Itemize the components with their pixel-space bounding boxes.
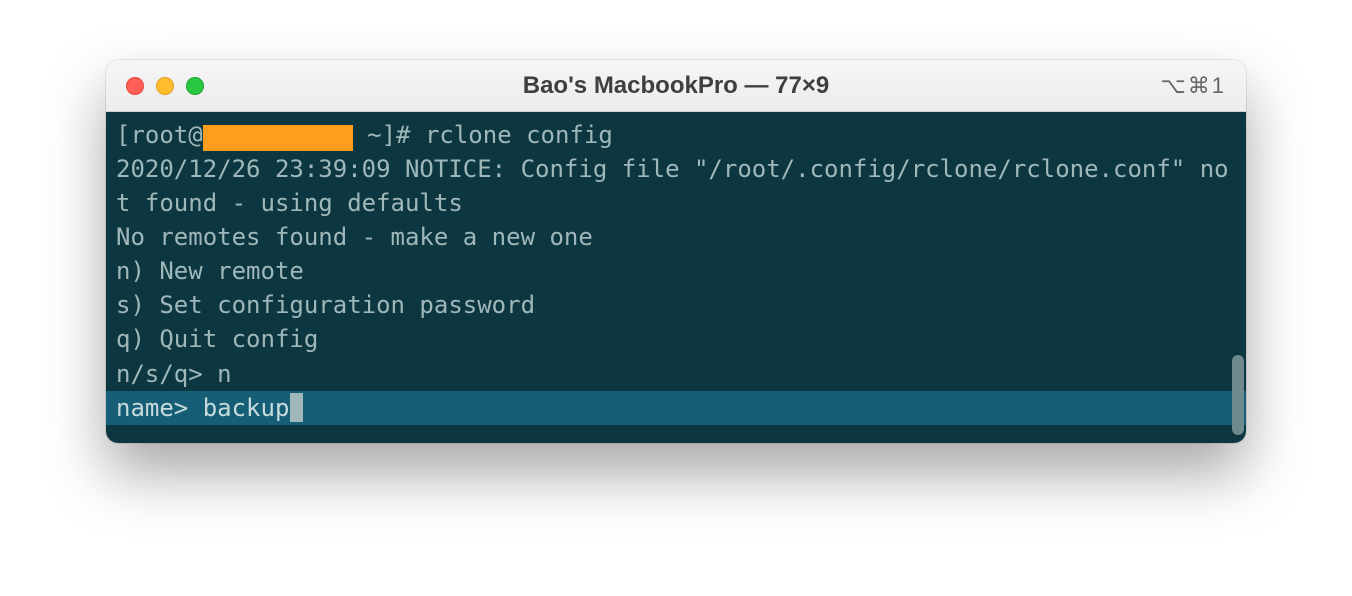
name-input-line[interactable]: name> backup <box>106 391 1246 425</box>
scrollbar-thumb[interactable] <box>1232 355 1244 435</box>
output-option-q: q) Quit config <box>106 322 1246 356</box>
titlebar[interactable]: Bao's MacbookPro — 77×9 ⌥⌘1 <box>106 60 1246 112</box>
window-title: Bao's MacbookPro — 77×9 <box>106 72 1246 100</box>
prompt-suffix: ~]# <box>353 121 425 149</box>
hostname-redacted <box>203 125 353 151</box>
command-text: rclone config <box>425 121 613 149</box>
traffic-lights <box>126 77 204 95</box>
choice-prompt: n/s/q> <box>116 360 217 388</box>
terminal-window: Bao's MacbookPro — 77×9 ⌥⌘1 [root@ ~]# r… <box>106 60 1246 443</box>
output-no-remotes: No remotes found - make a new one <box>106 220 1246 254</box>
tab-shortcut-label: ⌥⌘1 <box>1160 73 1226 99</box>
cursor-icon <box>290 393 303 422</box>
prompt-prefix: [root@ <box>116 121 203 149</box>
close-icon[interactable] <box>126 77 144 95</box>
terminal-body[interactable]: [root@ ~]# rclone config 2020/12/26 23:3… <box>106 112 1246 443</box>
prompt-line-command: [root@ ~]# rclone config <box>106 118 1246 152</box>
minimize-icon[interactable] <box>156 77 174 95</box>
choice-prompt-line: n/s/q> n <box>106 357 1246 391</box>
scrollbar-track[interactable] <box>1232 120 1244 435</box>
name-input-value: backup <box>203 391 290 425</box>
choice-input: n <box>217 360 231 388</box>
output-option-n: n) New remote <box>106 254 1246 288</box>
output-notice: 2020/12/26 23:39:09 NOTICE: Config file … <box>106 152 1246 220</box>
name-prompt: name> <box>116 391 203 425</box>
output-option-s: s) Set configuration password <box>106 288 1246 322</box>
zoom-icon[interactable] <box>186 77 204 95</box>
